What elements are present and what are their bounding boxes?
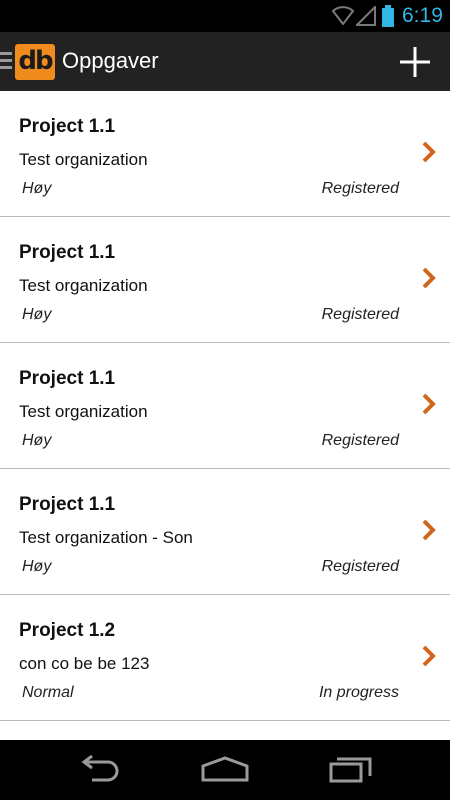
task-status: Registered: [321, 306, 399, 323]
task-priority: Normal: [22, 684, 74, 701]
task-organization: Test organization - Son: [19, 528, 193, 547]
task-priority: Høy: [22, 180, 52, 197]
status-time: 6:19: [402, 4, 443, 27]
recent-apps-icon[interactable]: [328, 754, 374, 784]
task-list-item[interactable]: Project 1.1 Test organization - Son Høy …: [0, 469, 450, 595]
battery-icon: [382, 5, 394, 27]
task-organization: con co be be 123: [19, 654, 150, 673]
back-icon[interactable]: [78, 754, 122, 784]
page-title: Oppgaver: [62, 48, 159, 73]
chevron-right-icon: [422, 393, 436, 415]
navigation-bar: [0, 740, 450, 800]
task-project: Project 1.1: [19, 494, 116, 515]
task-status: In progress: [318, 684, 399, 701]
task-list-item[interactable]: Project 1.2 con co be be 123 Normal In p…: [0, 595, 450, 721]
chevron-right-icon: [422, 267, 436, 289]
chevron-right-icon: [422, 645, 436, 667]
task-project: Project 1.2: [19, 620, 116, 641]
chevron-right-icon: [422, 141, 436, 163]
wifi-icon: [332, 6, 354, 25]
drawer-menu-icon[interactable]: [0, 52, 12, 70]
task-priority: Høy: [22, 558, 52, 575]
plus-icon[interactable]: [399, 46, 431, 78]
home-icon[interactable]: [200, 754, 250, 784]
action-bar: db Oppgaver: [0, 32, 450, 91]
chevron-right-icon: [422, 519, 436, 541]
task-list-item[interactable]: Project 1.1 Test organization Høy Regist…: [0, 217, 450, 343]
task-status: Registered: [321, 180, 399, 197]
task-project: Project 1.1: [19, 242, 116, 263]
task-project: Project 1.1: [19, 368, 116, 389]
task-priority: Høy: [22, 306, 52, 323]
task-status: Registered: [321, 432, 399, 449]
task-project: Project 1.1: [19, 116, 116, 137]
task-list-item[interactable]: Project 1.1 Test organization Høy Regist…: [0, 91, 450, 217]
signal-icon: [356, 6, 376, 26]
task-priority: Høy: [22, 432, 52, 449]
app-logo[interactable]: db: [15, 44, 55, 80]
task-organization: Test organization: [19, 150, 148, 169]
task-organization: Test organization: [19, 276, 148, 295]
status-bar: 6:19: [0, 0, 450, 32]
task-organization: Test organization: [19, 402, 148, 421]
task-status: Registered: [321, 558, 399, 575]
task-list: Project 1.1 Test organization Høy Regist…: [0, 91, 450, 721]
task-list-item[interactable]: Project 1.1 Test organization Høy Regist…: [0, 343, 450, 469]
